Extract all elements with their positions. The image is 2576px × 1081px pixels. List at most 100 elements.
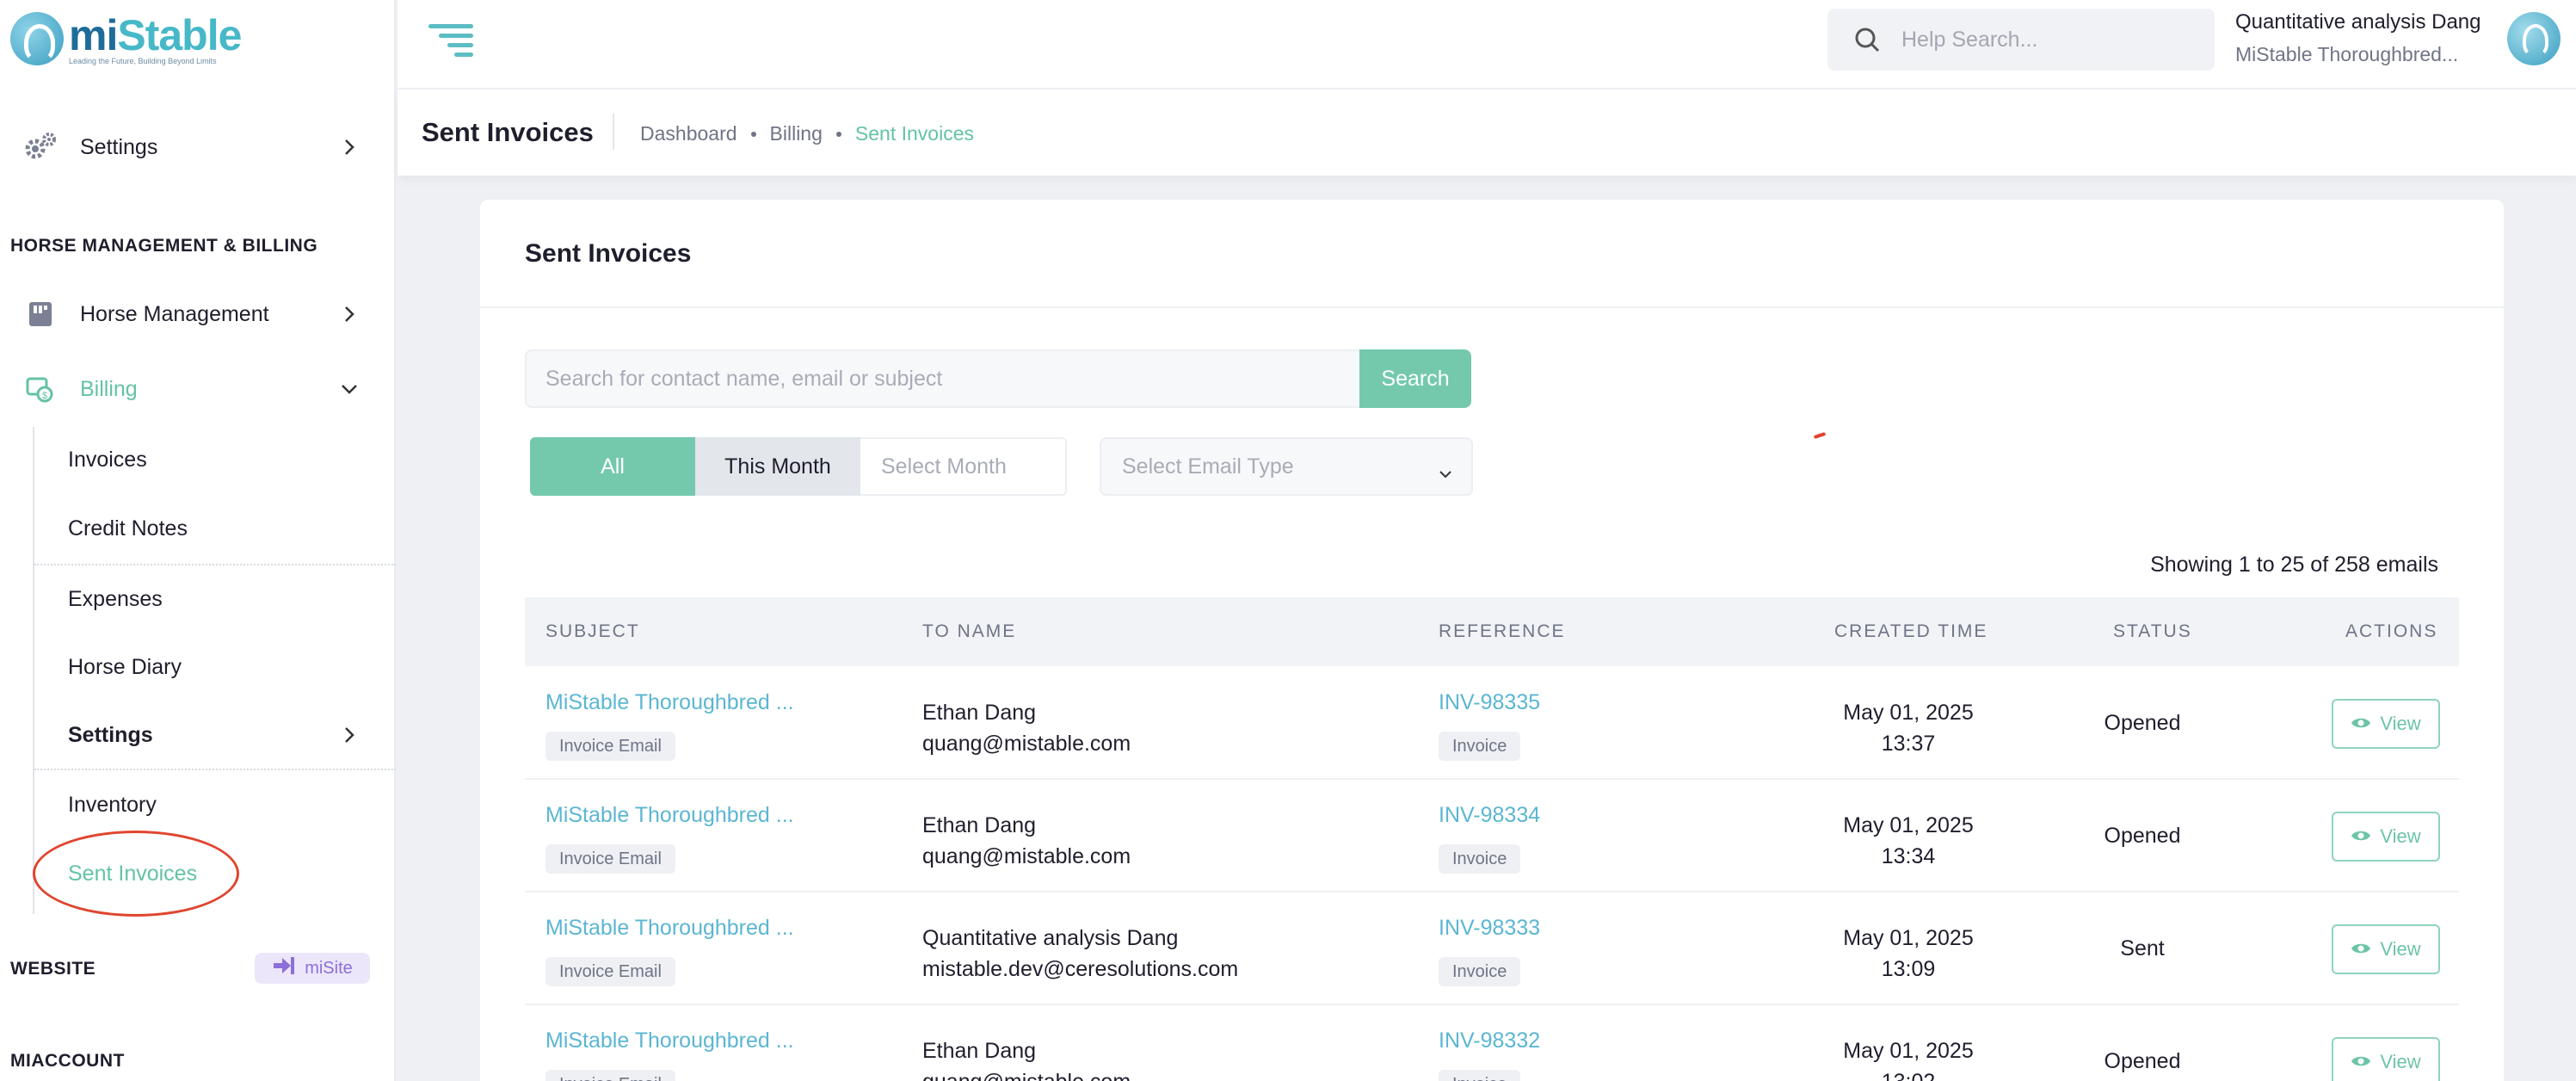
chevron-down-icon	[1439, 460, 1452, 485]
user-menu[interactable]: Quantitative analysis Dang MiStable Thor…	[2235, 10, 2481, 66]
reference-link[interactable]: INV-98333	[1439, 916, 1540, 941]
section-title-miaccount: MIACCOUNT	[10, 1051, 125, 1071]
reference-type-tag: Invoice	[1439, 844, 1521, 874]
reference-link[interactable]: INV-98335	[1439, 690, 1540, 715]
subject-link[interactable]: MiStable Thoroughbred ...	[545, 690, 794, 715]
sidebar-item-settings[interactable]: Settings	[0, 121, 396, 173]
breadcrumb-current: Sent Invoices	[854, 122, 974, 145]
filter-all-button[interactable]: All	[530, 437, 695, 496]
submenu-rail	[33, 427, 34, 914]
sidebar-item-billing[interactable]: $ Billing	[0, 363, 396, 415]
email-type-select[interactable]: Select Email Type	[1100, 437, 1473, 496]
subject-type-tag: Invoice Email	[545, 732, 675, 761]
sidebar-subitem-expenses[interactable]: Expenses	[68, 587, 163, 612]
misite-badge[interactable]: miSite	[255, 953, 370, 984]
filter-this-month-button[interactable]: This Month	[695, 437, 860, 496]
logo-mark-icon	[10, 12, 64, 65]
status-text: Opened	[2104, 1049, 2181, 1073]
column-header-status: STATUS	[2113, 621, 2192, 641]
chevron-right-icon	[341, 726, 358, 744]
sidebar-item-label: Settings	[80, 134, 158, 159]
recipient: Ethan Dangquang@mistable.com	[922, 701, 1131, 756]
created-time: May 01, 2025 13:34	[1843, 813, 1974, 868]
annotation-circle	[33, 831, 239, 917]
table-row: MiStable Thoroughbred ... Invoice Email …	[525, 893, 2459, 1005]
reference-link[interactable]: INV-98332	[1439, 1028, 1540, 1053]
page-title: Sent Invoices	[422, 117, 594, 147]
chevron-right-icon	[341, 306, 358, 323]
select-month-input[interactable]: Select Month	[860, 437, 1067, 496]
column-header-to-name: TO NAME	[922, 621, 1017, 641]
card-divider	[480, 306, 2504, 308]
recipient: Ethan Dangquang@mistable.com	[922, 813, 1131, 868]
avatar[interactable]	[2507, 12, 2561, 65]
logo[interactable]: miStable Leading the Future, Building Be…	[10, 12, 242, 65]
created-time: May 01, 202513:02	[1843, 1039, 1974, 1081]
table-header: SUBJECT TO NAME REFERENCE CREATED TIME S…	[525, 597, 2459, 666]
column-header-subject: SUBJECT	[545, 621, 640, 641]
sidebar-item-horse-management[interactable]: Horse Management	[0, 288, 396, 340]
menu-toggle-icon[interactable]	[428, 24, 473, 57]
card-title: Sent Invoices	[525, 239, 692, 268]
logo-tagline: Leading the Future, Building Beyond Limi…	[69, 57, 217, 65]
submenu-divider	[34, 564, 396, 565]
breadcrumb-dashboard[interactable]: Dashboard	[640, 122, 737, 145]
column-header-actions: ACTIONS	[2345, 621, 2438, 641]
table-row: MiStable Thoroughbred ... Invoice Email …	[525, 781, 2459, 893]
sidebar-subitem-inventory[interactable]: Inventory	[68, 793, 157, 818]
breadcrumb-dot	[835, 131, 841, 137]
created-time: May 01, 2025 13:37	[1843, 701, 1974, 756]
view-button[interactable]: View	[2332, 699, 2440, 749]
view-button[interactable]: View	[2332, 924, 2440, 974]
sidebar-subitem-credit-notes[interactable]: Credit Notes	[68, 516, 188, 541]
reference-link[interactable]: INV-98334	[1439, 803, 1540, 828]
top-bar: Quantitative analysis Dang MiStable Thor…	[397, 0, 2576, 90]
sign-in-arrow-icon	[272, 956, 296, 980]
column-header-reference: REFERENCE	[1439, 621, 1566, 641]
submenu-divider	[34, 769, 396, 770]
email-type-placeholder: Select Email Type	[1122, 454, 1294, 479]
status-text: Opened	[2104, 711, 2181, 735]
sidebar-subitem-invoices[interactable]: Invoices	[68, 448, 147, 473]
sidebar-item-label: Horse Management	[80, 301, 269, 326]
svg-text:$: $	[42, 391, 47, 401]
chevron-down-icon	[341, 380, 358, 398]
table-row: MiStable Thoroughbred ... Invoice Email …	[525, 1006, 2459, 1081]
gears-icon	[24, 132, 57, 163]
user-org: MiStable Thoroughbred...	[2235, 43, 2459, 65]
reference-type-tag: Invoice	[1439, 957, 1521, 986]
contact-search-input[interactable]	[525, 349, 1359, 408]
reference-type-tag: Invoice	[1439, 732, 1521, 761]
view-button[interactable]: View	[2332, 1037, 2440, 1081]
created-time: May 01, 2025 13:09	[1843, 926, 1974, 981]
page-header: Sent Invoices Dashboard Billing Sent Inv…	[397, 90, 2576, 176]
help-search-input[interactable]	[1901, 27, 2194, 53]
eye-icon	[2351, 1051, 2371, 1073]
sidebar-subitem-settings[interactable]: Settings	[68, 723, 153, 748]
table-row: MiStable Thoroughbred ... Invoice Email …	[525, 668, 2459, 780]
recipient: Ethan Dangquang@mistable.com	[922, 1039, 1131, 1081]
subject-link[interactable]: MiStable Thoroughbred ...	[545, 1028, 794, 1053]
eye-icon	[2351, 938, 2371, 961]
sidebar: miStable Leading the Future, Building Be…	[0, 0, 396, 1081]
title-separator	[613, 114, 614, 150]
eye-icon	[2351, 713, 2371, 735]
user-name: Quantitative analysis Dang	[2235, 10, 2481, 34]
annotation-mark	[1813, 431, 1827, 440]
view-button[interactable]: View	[2332, 812, 2440, 862]
subject-type-tag: Invoice Email	[545, 957, 675, 986]
search-button[interactable]: Search	[1359, 349, 1471, 408]
breadcrumb-billing[interactable]: Billing	[770, 122, 823, 145]
sent-invoices-card: Sent Invoices Search All This Month Sele…	[480, 200, 2504, 1081]
eye-icon	[2351, 825, 2371, 848]
horse-management-icon	[24, 299, 57, 330]
help-search-box[interactable]	[1827, 9, 2215, 71]
subject-link[interactable]: MiStable Thoroughbred ...	[545, 916, 794, 941]
breadcrumb-dot	[750, 131, 756, 137]
column-header-created-time: CREATED TIME	[1834, 621, 1988, 641]
section-title-website: WEBSITE	[10, 959, 96, 979]
reference-type-tag: Invoice	[1439, 1070, 1521, 1081]
breadcrumb: Dashboard Billing Sent Invoices	[640, 122, 974, 145]
subject-link[interactable]: MiStable Thoroughbred ...	[545, 803, 794, 828]
sidebar-subitem-horse-diary[interactable]: Horse Diary	[68, 655, 182, 680]
